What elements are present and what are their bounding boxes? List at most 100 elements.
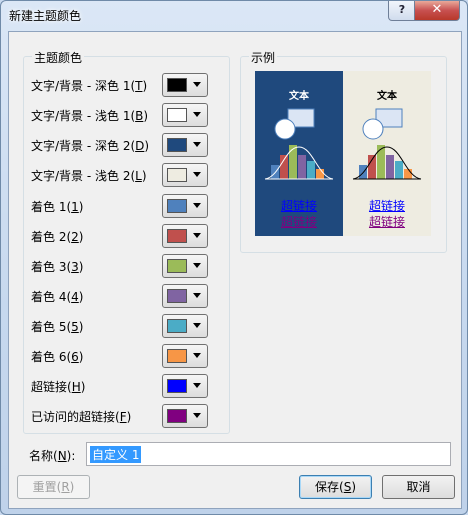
sample-bar — [280, 155, 288, 179]
close-button[interactable]: ✕ — [414, 1, 460, 21]
color-swatch — [167, 289, 187, 303]
circle-shape — [362, 118, 384, 140]
color-swatch — [167, 78, 187, 92]
sample-bar — [386, 155, 394, 179]
dark-pane-hyperlink: 超链接 — [280, 199, 317, 213]
color-picker-button[interactable] — [162, 344, 208, 368]
theme-color-row: 超链接(H) — [24, 374, 220, 398]
sample-bar — [307, 161, 315, 179]
dropdown-arrow-icon — [193, 142, 201, 147]
dropdown-arrow-icon — [193, 383, 201, 388]
dropdown-arrow-icon — [193, 172, 201, 177]
color-swatch — [167, 349, 187, 363]
dark-pane-illustration — [264, 108, 334, 180]
dialog-body: 主题颜色 文字/背景 - 深色 1(T) 文字/背景 - 浅色 1(B) 文字/背景… — [8, 31, 462, 509]
theme-color-label: 着色 4(4) — [31, 290, 84, 304]
close-icon: ✕ — [431, 2, 443, 17]
name-label: 名称(N): — [29, 449, 76, 463]
dropdown-arrow-icon — [193, 233, 201, 238]
color-swatch — [167, 108, 187, 122]
sample-bar — [298, 155, 306, 179]
sample-bar — [377, 145, 385, 179]
help-button[interactable]: ? — [388, 1, 416, 21]
theme-color-row: 文字/背景 - 浅色 2(L) — [24, 163, 220, 187]
theme-color-label: 着色 2(2) — [31, 230, 84, 244]
color-swatch — [167, 168, 187, 182]
theme-color-row: 着色 4(4) — [24, 284, 220, 308]
theme-color-label: 着色 5(5) — [31, 320, 84, 334]
theme-color-row: 文字/背景 - 浅色 1(B) — [24, 103, 220, 127]
new-theme-colors-dialog: 新建主题颜色 ? ✕ 主题颜色 文字/背景 - 深色 1(T) 文字/背景 - 浅… — [0, 0, 468, 515]
color-swatch — [167, 229, 187, 243]
color-swatch — [167, 199, 187, 213]
color-swatch — [167, 379, 187, 393]
theme-color-label: 超链接(H) — [31, 380, 86, 394]
dropdown-arrow-icon — [193, 413, 201, 418]
light-pane-hyperlink: 超链接 — [368, 199, 405, 213]
dropdown-arrow-icon — [193, 323, 201, 328]
color-picker-button[interactable] — [162, 103, 208, 127]
color-picker-button[interactable] — [162, 404, 208, 428]
theme-color-row: 着色 5(5) — [24, 314, 220, 338]
cancel-button[interactable]: 取消 — [382, 475, 455, 499]
dropdown-arrow-icon — [193, 353, 201, 358]
save-button[interactable]: 保存(S) — [299, 475, 372, 499]
reset-button[interactable]: 重置(R) — [17, 475, 90, 499]
circle-shape — [274, 118, 296, 140]
sample-bar — [404, 169, 412, 179]
theme-color-label: 文字/背景 - 深色 1(T) — [31, 79, 148, 93]
color-swatch — [167, 319, 187, 333]
color-swatch — [167, 409, 187, 423]
dropdown-arrow-icon — [193, 82, 201, 87]
dropdown-arrow-icon — [193, 293, 201, 298]
color-picker-button[interactable] — [162, 314, 208, 338]
color-picker-button[interactable] — [162, 284, 208, 308]
theme-preview: 文本 超链接 超链接 文本 超链接 超链接 — [255, 71, 431, 236]
sample-bar — [271, 165, 279, 179]
name-input[interactable]: 自定义 1 — [86, 442, 451, 466]
dropdown-arrow-icon — [193, 263, 201, 268]
theme-color-row: 已访问的超链接(F) — [24, 404, 220, 428]
theme-color-label: 已访问的超链接(F) — [31, 410, 132, 424]
color-picker-button[interactable] — [162, 133, 208, 157]
color-picker-button[interactable] — [162, 163, 208, 187]
sample-bar — [316, 169, 324, 179]
theme-colors-group-label: 主题颜色 — [32, 49, 85, 66]
color-picker-button[interactable] — [162, 254, 208, 278]
theme-color-row: 着色 1(1) — [24, 194, 220, 218]
sample-bar — [368, 155, 376, 179]
dark-preview-pane: 文本 超链接 超链接 — [255, 71, 343, 236]
theme-color-label: 着色 1(1) — [31, 200, 84, 214]
theme-colors-group: 主题颜色 文字/背景 - 深色 1(T) 文字/背景 - 浅色 1(B) 文字/背景… — [23, 49, 230, 434]
color-picker-button[interactable] — [162, 194, 208, 218]
color-swatch — [167, 138, 187, 152]
light-pane-illustration — [352, 108, 422, 180]
color-picker-button[interactable] — [162, 374, 208, 398]
color-picker-button[interactable] — [162, 73, 208, 97]
theme-color-row: 着色 3(3) — [24, 254, 220, 278]
color-swatch — [167, 259, 187, 273]
theme-color-label: 文字/背景 - 浅色 1(B) — [31, 109, 149, 123]
theme-color-row: 着色 6(6) — [24, 344, 220, 368]
color-picker-button[interactable] — [162, 224, 208, 248]
sample-group-label: 示例 — [249, 49, 278, 66]
theme-color-label: 着色 3(3) — [31, 260, 84, 274]
sample-bar — [289, 145, 297, 179]
theme-color-label: 着色 6(6) — [31, 350, 84, 364]
theme-color-label: 文字/背景 - 深色 2(D) — [31, 139, 150, 153]
name-input-value: 自定义 1 — [90, 446, 142, 463]
dropdown-arrow-icon — [193, 203, 201, 208]
title-bar[interactable]: 新建主题颜色 ? ✕ — [1, 1, 467, 31]
light-preview-pane: 文本 超链接 超链接 — [343, 71, 431, 236]
theme-color-row: 着色 2(2) — [24, 224, 220, 248]
dropdown-arrow-icon — [193, 112, 201, 117]
theme-color-row: 文字/背景 - 深色 1(T) — [24, 73, 220, 97]
window-title: 新建主题颜色 — [9, 9, 82, 23]
dark-pane-visited-hyperlink: 超链接 — [280, 215, 317, 229]
light-pane-visited-hyperlink: 超链接 — [368, 215, 405, 229]
theme-color-label: 文字/背景 - 浅色 2(L) — [31, 169, 147, 183]
sample-group: 示例 文本 超链接 超链接 文本 超链接 超链接 — [240, 49, 447, 253]
sample-bar — [395, 161, 403, 179]
help-icon: ? — [398, 3, 406, 16]
sample-bar — [359, 165, 367, 179]
